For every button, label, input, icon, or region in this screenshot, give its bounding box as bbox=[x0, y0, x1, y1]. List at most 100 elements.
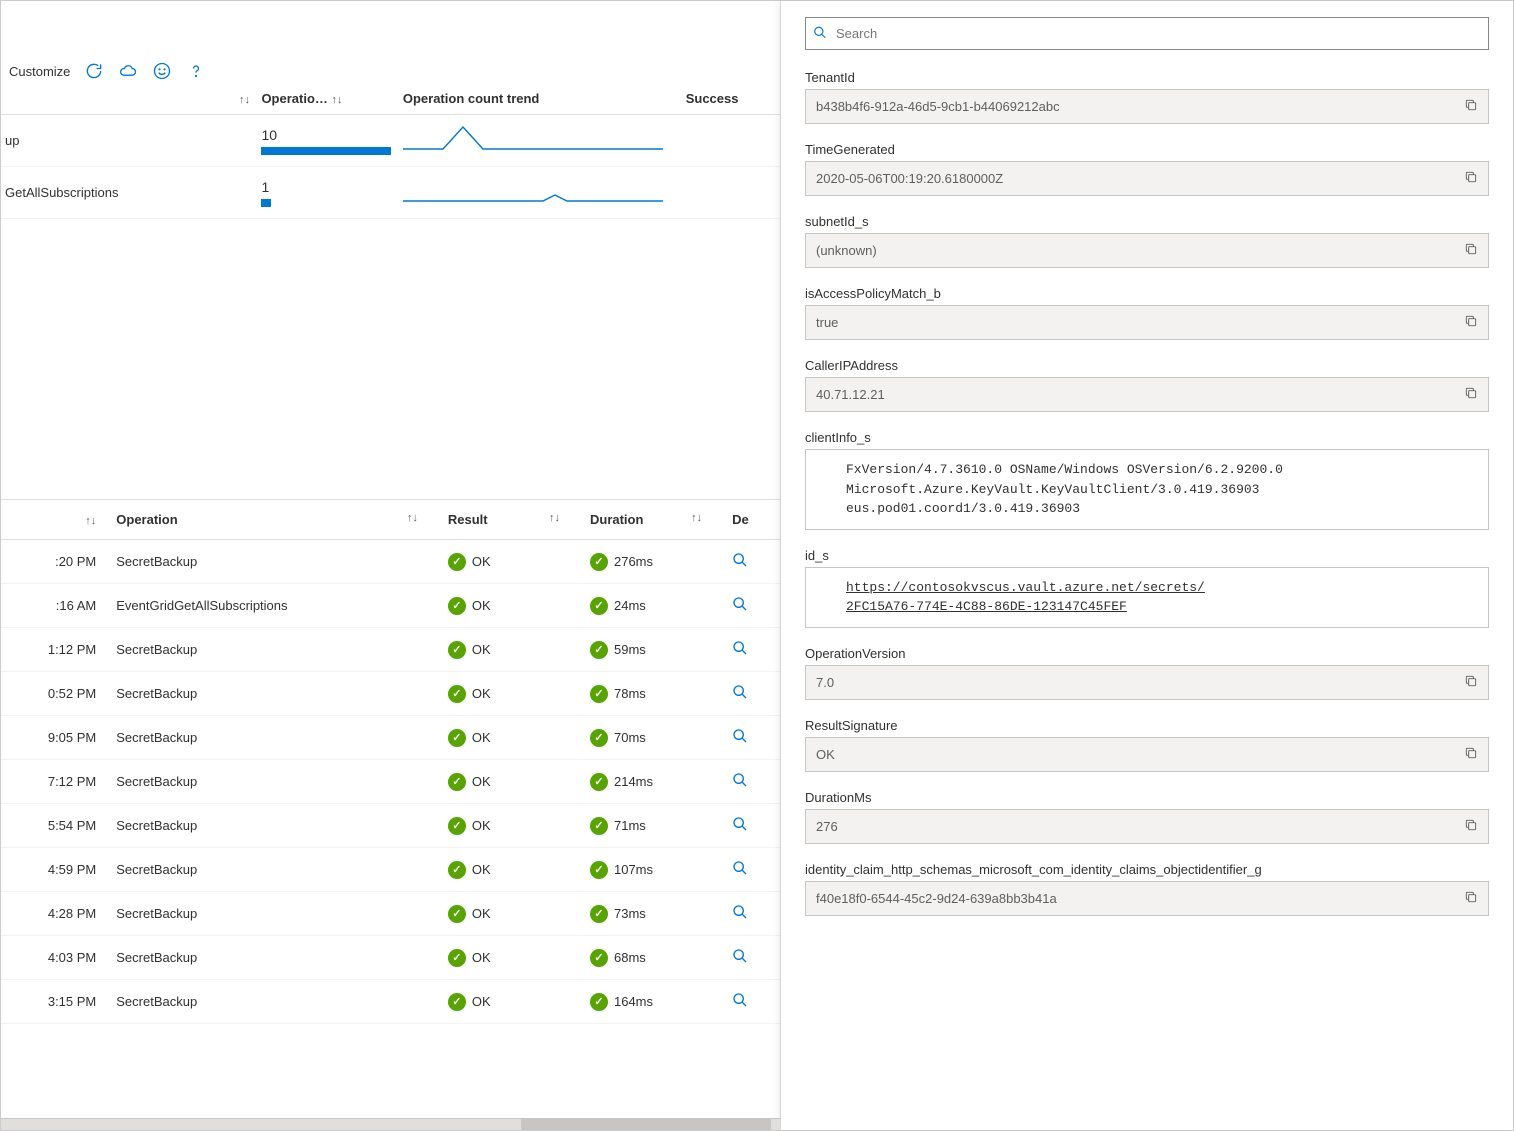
copy-button[interactable] bbox=[1464, 98, 1478, 115]
result-text: OK bbox=[472, 818, 491, 833]
fields-body: TenantIdb438b4f6-912a-46d5-9cb1-b4406921… bbox=[805, 70, 1489, 934]
row-operation: SecretBackup bbox=[116, 818, 448, 833]
result-text: OK bbox=[472, 994, 491, 1009]
table-row[interactable]: 7:12 PMSecretBackupOK214ms bbox=[1, 760, 780, 804]
sort-icon[interactable]: ↑↓ bbox=[691, 512, 702, 524]
field-value: true bbox=[816, 315, 838, 330]
table-row[interactable]: 0:52 PMSecretBackupOK78ms bbox=[1, 672, 780, 716]
details-button[interactable] bbox=[732, 732, 748, 747]
feedback-button[interactable] bbox=[152, 61, 172, 81]
toolbar: Customize bbox=[1, 51, 780, 87]
header-operation[interactable]: Operatio… bbox=[261, 91, 327, 106]
sort-icon[interactable]: ↑↓ bbox=[549, 512, 560, 524]
field-value: 276 bbox=[816, 819, 838, 834]
details-button[interactable] bbox=[732, 820, 748, 835]
row-operation: SecretBackup bbox=[116, 774, 448, 789]
copy-button[interactable] bbox=[1464, 746, 1478, 763]
copy-button[interactable] bbox=[1464, 674, 1478, 691]
summary-row[interactable]: GetAllSubscriptions1 bbox=[1, 167, 780, 219]
duration-text: 71ms bbox=[614, 818, 646, 833]
sort-icon[interactable]: ↑↓ bbox=[85, 515, 96, 527]
sort-icon[interactable]: ↑↓ bbox=[407, 512, 418, 524]
refresh-button[interactable] bbox=[84, 61, 104, 81]
help-icon bbox=[186, 61, 206, 81]
copy-button[interactable] bbox=[1464, 242, 1478, 259]
result-text: OK bbox=[472, 598, 491, 613]
table-row[interactable]: 1:12 PMSecretBackupOK59ms bbox=[1, 628, 780, 672]
row-operation: SecretBackup bbox=[116, 642, 448, 657]
scrollbar-thumb[interactable] bbox=[521, 1119, 771, 1130]
ops-header-result[interactable]: Result bbox=[448, 512, 488, 527]
copy-button[interactable] bbox=[1464, 818, 1478, 835]
header-success[interactable]: Success bbox=[686, 91, 780, 106]
duration-text: 214ms bbox=[614, 774, 653, 789]
details-button[interactable] bbox=[732, 952, 748, 967]
duration-ok: 70ms bbox=[590, 729, 646, 747]
row-time: 4:59 PM bbox=[11, 862, 116, 877]
check-circle-icon bbox=[448, 905, 466, 923]
summary-header-row: ↑↓ Operatio… ↑↓ Operation count trend Su… bbox=[1, 87, 780, 115]
field-label: TimeGenerated bbox=[805, 142, 1489, 157]
status-ok: OK bbox=[448, 597, 491, 615]
row-time: 5:54 PM bbox=[11, 818, 116, 833]
table-row[interactable]: 4:59 PMSecretBackupOK107ms bbox=[1, 848, 780, 892]
row-time: 1:12 PM bbox=[11, 642, 116, 657]
table-row[interactable]: :20 PMSecretBackupOK276ms bbox=[1, 540, 780, 584]
details-button[interactable] bbox=[732, 776, 748, 791]
check-circle-icon bbox=[590, 773, 608, 791]
field-value-box: 2020-05-06T00:19:20.6180000Z bbox=[805, 161, 1489, 196]
sort-icon[interactable]: ↑↓ bbox=[239, 94, 250, 106]
copy-button[interactable] bbox=[1464, 314, 1478, 331]
field-label: ResultSignature bbox=[805, 718, 1489, 733]
customize-button[interactable]: Customize bbox=[9, 64, 70, 79]
duration-ok: 24ms bbox=[590, 597, 646, 615]
table-row[interactable]: :16 AMEventGridGetAllSubscriptionsOK24ms bbox=[1, 584, 780, 628]
table-row[interactable]: 4:03 PMSecretBackupOK68ms bbox=[1, 936, 780, 980]
duration-text: 73ms bbox=[614, 906, 646, 921]
table-row[interactable]: 9:05 PMSecretBackupOK70ms bbox=[1, 716, 780, 760]
ops-header-de[interactable]: De bbox=[732, 512, 770, 527]
details-button[interactable] bbox=[732, 688, 748, 703]
search-input[interactable] bbox=[805, 17, 1489, 50]
check-circle-icon bbox=[590, 949, 608, 967]
details-button[interactable] bbox=[732, 600, 748, 615]
ops-header-duration[interactable]: Duration bbox=[590, 512, 643, 527]
result-text: OK bbox=[472, 906, 491, 921]
result-text: OK bbox=[472, 554, 491, 569]
details-button[interactable] bbox=[732, 644, 748, 659]
check-circle-icon bbox=[590, 641, 608, 659]
check-circle-icon bbox=[590, 993, 608, 1011]
row-operation: SecretBackup bbox=[116, 730, 448, 745]
help-button[interactable] bbox=[186, 61, 206, 81]
check-circle-icon bbox=[448, 597, 466, 615]
header-trend[interactable]: Operation count trend bbox=[403, 91, 686, 106]
field-value: f40e18f0-6544-45c2-9d24-639a8bb3b41a bbox=[816, 891, 1057, 906]
horizontal-scrollbar[interactable] bbox=[1, 1118, 780, 1130]
details-button[interactable] bbox=[732, 996, 748, 1011]
details-button[interactable] bbox=[732, 908, 748, 923]
duration-ok: 78ms bbox=[590, 685, 646, 703]
table-row[interactable]: 5:54 PMSecretBackup OK 71ms bbox=[1, 804, 780, 848]
copy-button[interactable] bbox=[1464, 170, 1478, 187]
duration-text: 59ms bbox=[614, 642, 646, 657]
summary-op-count: 10 bbox=[261, 127, 402, 155]
details-button[interactable] bbox=[732, 864, 748, 879]
ops-header-operation[interactable]: Operation bbox=[116, 512, 177, 527]
status-ok: OK bbox=[448, 949, 491, 967]
result-text: OK bbox=[472, 686, 491, 701]
details-button[interactable] bbox=[732, 556, 748, 571]
summary-row[interactable]: up10 bbox=[1, 115, 780, 167]
cloud-button[interactable] bbox=[118, 61, 138, 81]
detail-field: CallerIPAddress40.71.12.21 bbox=[805, 358, 1489, 412]
ops-body: :20 PMSecretBackupOK276ms:16 AMEventGrid… bbox=[1, 540, 780, 1024]
table-row[interactable]: 3:15 PMSecretBackupOK164ms bbox=[1, 980, 780, 1024]
copy-button[interactable] bbox=[1464, 386, 1478, 403]
copy-button[interactable] bbox=[1464, 890, 1478, 907]
table-row[interactable]: 4:28 PMSecretBackupOK73ms bbox=[1, 892, 780, 936]
summary-trend bbox=[403, 125, 686, 156]
sort-icon[interactable]: ↑↓ bbox=[332, 94, 343, 106]
status-ok: OK bbox=[448, 773, 491, 791]
duration-text: 78ms bbox=[614, 686, 646, 701]
cloud-icon bbox=[118, 61, 138, 81]
duration-ok: 164ms bbox=[590, 993, 653, 1011]
